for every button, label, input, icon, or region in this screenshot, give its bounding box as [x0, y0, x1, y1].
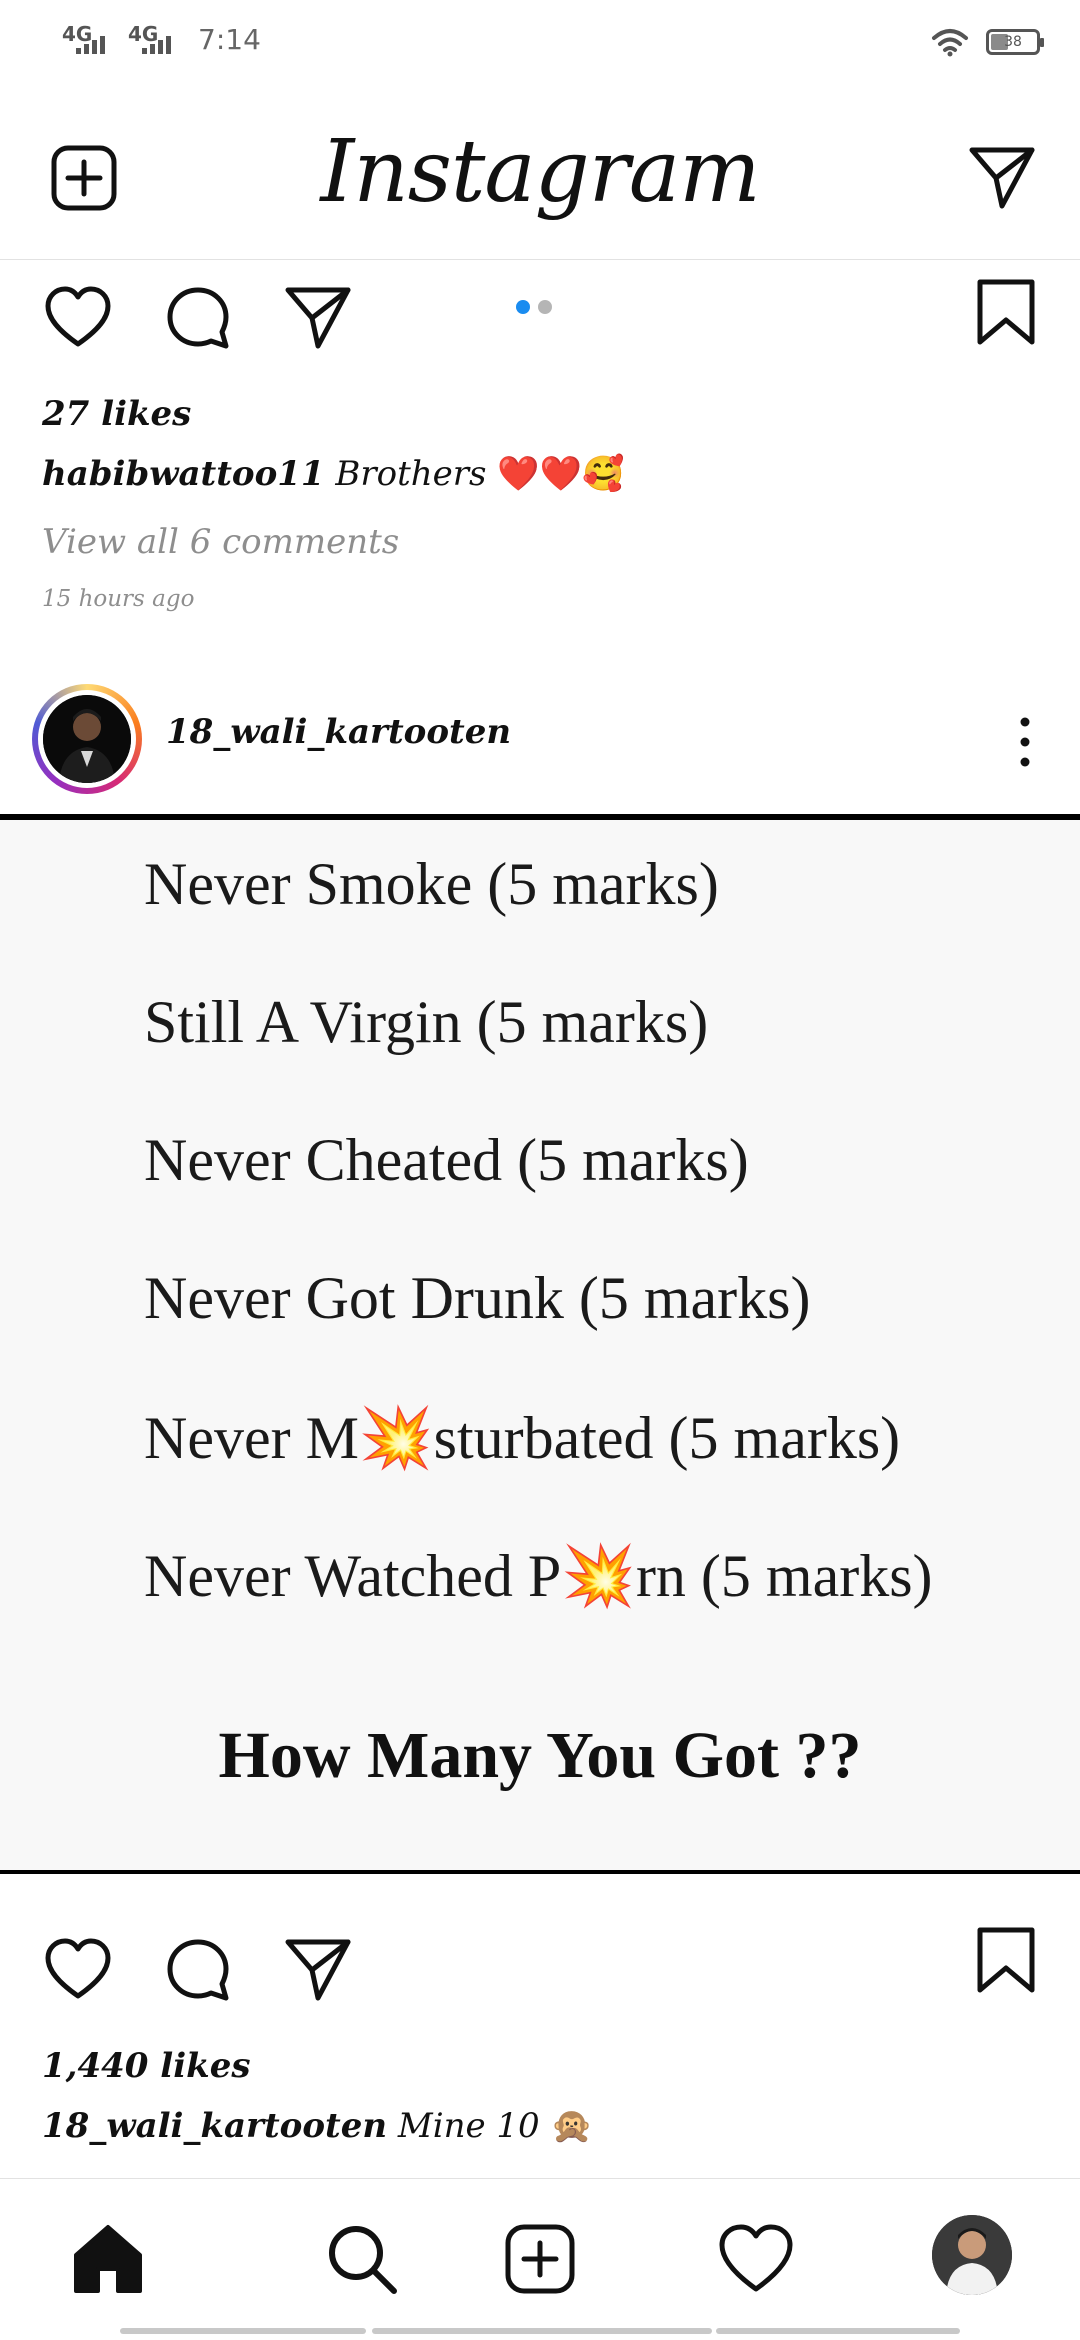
battery-icon: 38 — [986, 29, 1044, 55]
post-timestamp: 15 hours ago — [42, 586, 195, 612]
gesture-bar — [716, 2328, 960, 2334]
view-all-comments-link[interactable]: View all 6 comments — [42, 522, 399, 562]
post-caption: 18_wali_kartooten Mine 10 🙊 — [42, 2106, 593, 2146]
post-likes[interactable]: 1,440 likes — [42, 2046, 250, 2086]
image-text-line: Never M💥sturbated (5 marks) — [144, 1405, 901, 1471]
status-left: 4G 4G 7:14 — [62, 22, 261, 58]
status-bar: 4G 4G 7:14 38 — [0, 0, 1080, 80]
caption-emoji: 🙊 — [550, 2106, 593, 2146]
signal-indicator-2: 4G — [128, 22, 184, 58]
image-question: How Many You Got ?? — [218, 1719, 862, 1792]
share-icon[interactable] — [282, 282, 354, 354]
caption-username[interactable]: habibwattoo11 — [42, 454, 325, 494]
caption-username[interactable]: 18_wali_kartooten — [42, 2106, 387, 2146]
caption-text: Mine 10 — [397, 2106, 540, 2146]
previous-post-actions — [0, 279, 1080, 372]
signal-bars-icon — [76, 36, 105, 54]
like-heart-icon[interactable] — [42, 1934, 114, 2006]
gesture-bar — [120, 2328, 366, 2334]
story-ring[interactable] — [32, 684, 142, 794]
more-options-icon[interactable] — [1010, 712, 1040, 772]
post-username[interactable]: 18_wali_kartooten — [166, 712, 511, 752]
previous-post-caption: habibwattoo11 Brothers ❤️❤️🥰 — [42, 454, 624, 494]
battery-level: 38 — [1004, 34, 1022, 50]
carousel-indicator — [516, 300, 552, 314]
like-heart-icon[interactable] — [42, 282, 114, 354]
previous-post-likes[interactable]: 27 likes — [42, 394, 191, 434]
comment-icon[interactable] — [162, 1934, 234, 2006]
activity-heart-icon[interactable] — [716, 2219, 796, 2299]
carousel-dot-active — [516, 300, 530, 314]
image-text-line: Never Watched P💥rn (5 marks) — [144, 1543, 933, 1609]
image-text-line: Never Got Drunk (5 marks) — [144, 1265, 811, 1331]
image-text-line: Never Smoke (5 marks) — [144, 851, 719, 917]
image-text-line: Still A Virgin (5 marks) — [144, 989, 709, 1055]
add-post-icon[interactable] — [500, 2219, 580, 2299]
signal-bars-icon — [142, 36, 171, 54]
avatar[interactable] — [43, 695, 131, 783]
bookmark-icon[interactable] — [970, 276, 1042, 348]
search-icon[interactable] — [322, 2219, 402, 2299]
profile-avatar[interactable] — [932, 2215, 1012, 2295]
comment-icon[interactable] — [162, 282, 234, 354]
paper-plane-icon[interactable] — [964, 140, 1040, 216]
carousel-dot — [538, 300, 552, 314]
clock: 7:14 — [198, 23, 261, 56]
caption-text: Brothers — [335, 454, 487, 494]
avatar-image — [43, 695, 131, 783]
top-app-bar: Instagram — [0, 100, 1080, 260]
home-icon[interactable] — [68, 2219, 148, 2299]
bottom-navigation — [0, 2178, 1080, 2340]
signal-indicator-1: 4G — [62, 22, 118, 58]
bookmark-icon[interactable] — [970, 1924, 1042, 1996]
caption-emoji: ❤️❤️🥰 — [497, 454, 625, 494]
share-icon[interactable] — [282, 1934, 354, 2006]
post-actions — [0, 1927, 1080, 2024]
post-header: 18_wali_kartooten — [0, 676, 1080, 796]
gesture-bar — [372, 2328, 712, 2334]
app-logo: Instagram — [320, 122, 760, 222]
post-image[interactable]: Never Smoke (5 marks) Still A Virgin (5 … — [0, 814, 1080, 1874]
status-right: 38 — [930, 26, 1044, 58]
image-text-line: Never Cheated (5 marks) — [144, 1127, 749, 1193]
profile-avatar-image — [932, 2215, 1012, 2295]
wifi-icon — [932, 29, 968, 57]
